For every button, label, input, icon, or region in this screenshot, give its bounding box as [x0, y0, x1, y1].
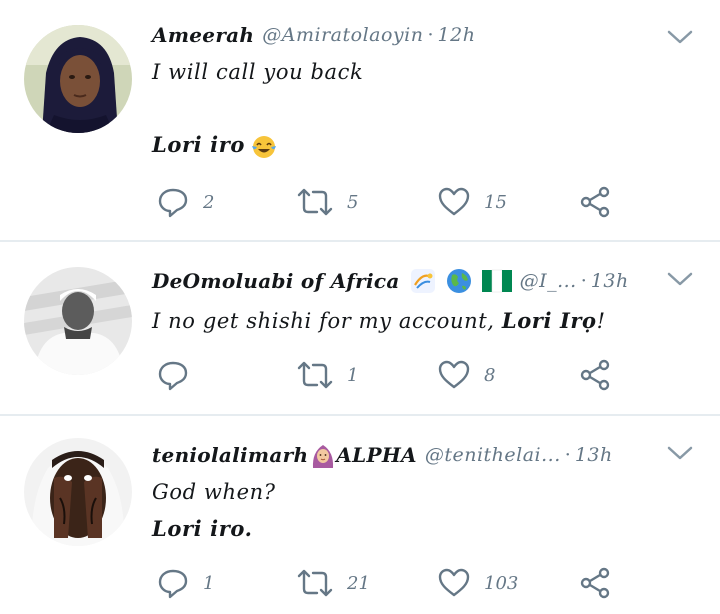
tweet-header: teniolalimarh ALPHA @tenithelai... · 13h — [152, 440, 613, 470]
user-handle[interactable]: @Amiratolaoyin — [262, 24, 423, 46]
tweet-text-line: I no get shishi for my account, Lori Irọ… — [152, 308, 606, 333]
tweet-text-bold: Lori Irọ — [501, 308, 597, 333]
like-button[interactable]: 103 — [438, 566, 518, 600]
retweet-icon — [297, 361, 333, 389]
like-button[interactable]: 15 — [438, 185, 507, 219]
avatar[interactable] — [24, 438, 132, 546]
reply-icon — [158, 569, 188, 599]
retweet-count: 21 — [347, 572, 370, 594]
separator: · — [427, 24, 434, 46]
avatar[interactable] — [24, 25, 132, 133]
timestamp[interactable]: 12h — [438, 24, 476, 46]
like-count: 8 — [484, 364, 496, 386]
tweet-header: Ameerah @Amiratolaoyin · 12h — [152, 20, 475, 50]
share-button[interactable] — [580, 185, 612, 219]
retweet-count: 1 — [347, 364, 359, 386]
display-name[interactable]: Ameerah — [152, 23, 254, 47]
user-handle[interactable]: @I_... — [520, 270, 577, 292]
tweet-text-line: Lori iro. — [152, 516, 253, 541]
chevron-down-icon[interactable] — [666, 26, 694, 48]
reply-count: 1 — [203, 572, 215, 594]
tweet-text-line: Lori iro — [152, 132, 277, 160]
share-icon — [580, 359, 610, 391]
heart-icon — [438, 187, 470, 216]
retweet-count: 5 — [347, 191, 359, 213]
reply-count: 2 — [203, 191, 215, 213]
share-icon — [580, 186, 610, 218]
tweet-text-line: God when? — [152, 480, 276, 504]
tweet-text: I no get shishi for my account, — [152, 309, 502, 333]
like-count: 103 — [484, 572, 519, 594]
share-button[interactable] — [580, 566, 612, 600]
retweet-button[interactable]: 5 — [297, 185, 358, 219]
separator: · — [580, 270, 587, 292]
heart-icon — [438, 568, 470, 597]
reply-button[interactable]: 1 — [157, 566, 214, 600]
reply-icon — [158, 361, 188, 391]
tweet-header: DeOmoluabi of Africa @I_... · 13h — [152, 266, 629, 296]
display-name-suffix[interactable]: ALPHA — [336, 443, 417, 467]
woman-with-headscarf-icon — [310, 442, 336, 468]
timestamp[interactable]: 13h — [575, 444, 613, 466]
tweet-text-line: I will call you back — [152, 60, 364, 84]
like-button[interactable]: 8 — [438, 358, 495, 392]
tweet-text: ! — [596, 309, 606, 333]
heart-icon — [438, 360, 470, 389]
display-name[interactable]: DeOmoluabi of Africa — [152, 269, 400, 293]
dizzy-icon — [410, 268, 436, 294]
reply-icon — [158, 188, 188, 218]
chevron-down-icon[interactable] — [666, 442, 694, 464]
share-icon — [580, 567, 610, 599]
tweet-text-bold: Lori iro — [152, 132, 245, 157]
tweet-2[interactable]: DeOmoluabi of Africa @I_... · 13h I no g… — [0, 242, 720, 414]
retweet-button[interactable]: 21 — [297, 566, 370, 600]
globe-icon — [446, 268, 472, 294]
share-button[interactable] — [580, 358, 612, 392]
timestamp[interactable]: 13h — [591, 270, 629, 292]
nigeria-flag-icon — [481, 268, 512, 294]
reply-button[interactable] — [157, 358, 203, 392]
user-handle[interactable]: @tenithelai... — [425, 444, 561, 466]
avatar[interactable] — [24, 267, 132, 375]
tears-of-joy-emoji-icon — [251, 134, 277, 160]
separator: · — [564, 444, 571, 466]
chevron-down-icon[interactable] — [666, 268, 694, 290]
retweet-icon — [297, 188, 333, 216]
tweet-1[interactable]: Ameerah @Amiratolaoyin · 12h I will call… — [0, 0, 720, 240]
display-name[interactable]: teniolalimarh — [152, 443, 308, 467]
retweet-button[interactable]: 1 — [297, 358, 358, 392]
like-count: 15 — [484, 191, 507, 213]
tweet-3[interactable]: teniolalimarh ALPHA @tenithelai... · 13h… — [0, 416, 720, 614]
retweet-icon — [297, 569, 333, 597]
reply-button[interactable]: 2 — [157, 185, 214, 219]
